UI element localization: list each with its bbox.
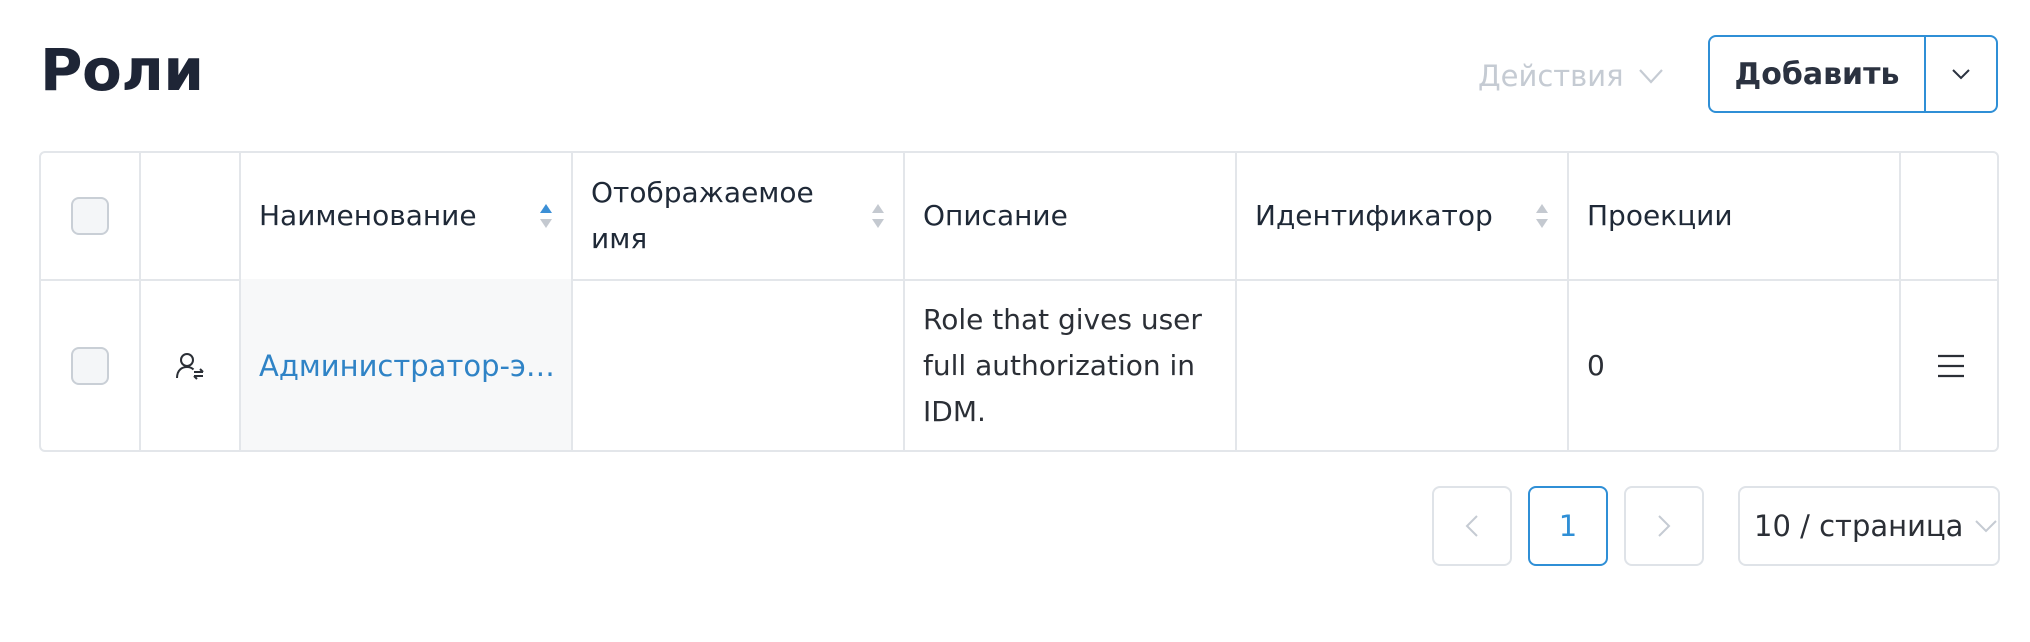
row-menu-cell: [1901, 279, 1997, 450]
actions-label: Действия: [1478, 59, 1624, 93]
chevron-down-icon: [1952, 68, 1970, 79]
role-name-link[interactable]: Администратор-эк…: [259, 349, 559, 383]
column-header-label: Идентификатор: [1255, 199, 1493, 232]
select-all-checkbox[interactable]: [71, 197, 109, 235]
chevron-left-icon: [1465, 515, 1478, 537]
roles-table: Наименование Отображаемое имя Описание И…: [39, 151, 1999, 452]
page-size-value: 10 / страница: [1754, 509, 1964, 543]
chevron-down-icon: [1975, 519, 1998, 532]
column-header-label: Описание: [923, 199, 1068, 232]
add-button[interactable]: Добавить: [1710, 37, 1926, 111]
header-icon-cell: [141, 153, 241, 279]
description-value: Role that gives user full authorization …: [923, 302, 1202, 428]
row-select-cell: [41, 279, 141, 450]
role-name-cell: Администратор-эк…: [241, 279, 573, 450]
column-header-name[interactable]: Наименование: [241, 153, 573, 279]
page-title: Роли: [40, 36, 204, 104]
actions-dropdown[interactable]: Действия: [1478, 56, 1664, 96]
column-header-label: Проекции: [1587, 199, 1733, 232]
row-checkbox[interactable]: [71, 346, 109, 385]
page-size-select[interactable]: 10 / страница: [1738, 486, 2000, 566]
column-header-label: Наименование: [259, 199, 477, 232]
column-header-display-name[interactable]: Отображаемое имя: [573, 153, 905, 279]
table-row: Администратор-эк… Role that gives user f…: [41, 279, 1997, 450]
chevron-down-icon: [1638, 69, 1663, 84]
add-dropdown-toggle[interactable]: [1926, 37, 1996, 111]
sort-icon: [1536, 204, 1548, 228]
column-header-label: Отображаемое имя: [591, 176, 814, 255]
projections-value: 0: [1587, 348, 1605, 382]
identifier-cell: [1237, 279, 1569, 450]
row-icon-cell: [141, 279, 241, 450]
sort-icon: [540, 204, 552, 228]
column-header-description: Описание: [905, 153, 1237, 279]
add-split-button: Добавить: [1708, 35, 1998, 113]
sort-icon: [872, 204, 884, 228]
menu-icon[interactable]: [1936, 353, 1966, 379]
header-select-cell: [41, 153, 141, 279]
user-role-icon: [176, 352, 204, 380]
prev-page-button[interactable]: [1432, 486, 1512, 566]
projections-cell: 0: [1569, 279, 1901, 450]
table-header-row: Наименование Отображаемое имя Описание И…: [41, 153, 1997, 281]
next-page-button[interactable]: [1624, 486, 1704, 566]
display-name-cell: [573, 279, 905, 450]
chevron-right-icon: [1658, 515, 1671, 537]
column-header-identifier[interactable]: Идентификатор: [1237, 153, 1569, 279]
page-button-current[interactable]: 1: [1528, 486, 1608, 566]
column-header-projections: Проекции: [1569, 153, 1901, 279]
header-menu-cell: [1901, 153, 1997, 279]
description-cell: Role that gives user full authorization …: [905, 279, 1237, 450]
